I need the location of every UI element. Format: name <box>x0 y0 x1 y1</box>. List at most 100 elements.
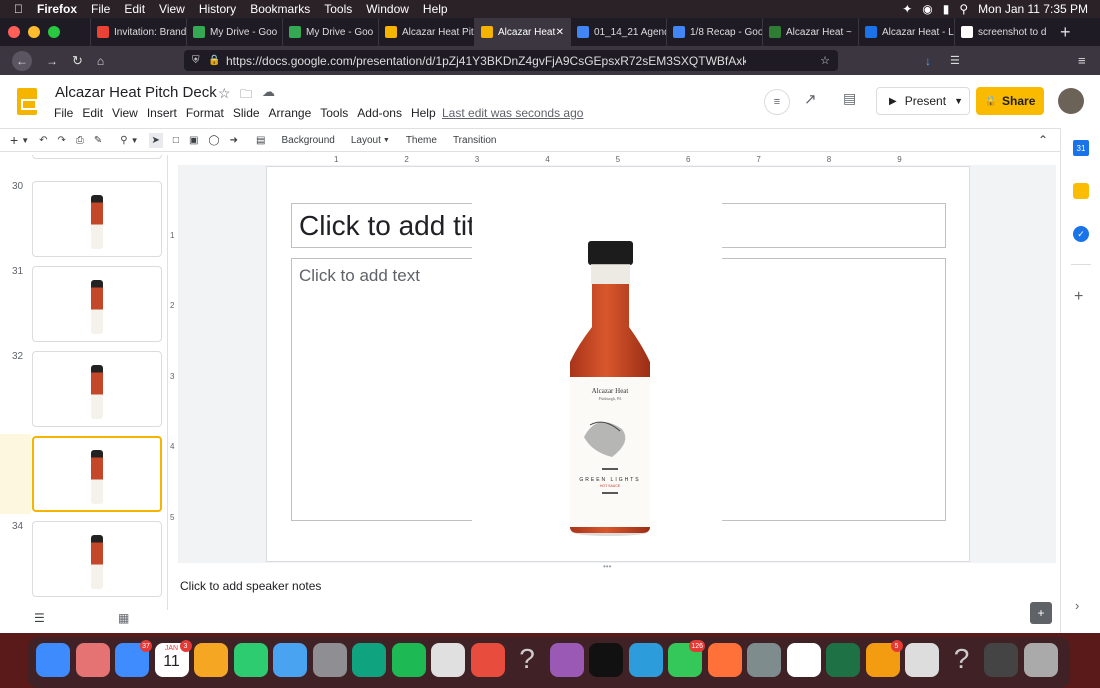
menu-file[interactable]: File <box>91 2 110 16</box>
battery-icon[interactable]: ▮ <box>943 2 950 16</box>
safari-icon[interactable] <box>628 643 663 677</box>
browser-tab[interactable]: Alcazar Heat ~ <box>762 18 858 46</box>
slide-filmstrip[interactable]: 30 31 32 33 34 <box>0 155 168 610</box>
browser-tab[interactable]: screenshot to d <box>954 18 1050 46</box>
speaker-notes-placeholder[interactable]: Click to add speaker notes <box>180 579 321 593</box>
shape-icon[interactable]: ◯ <box>208 135 219 146</box>
collapse-toolbar-icon[interactable]: ⌃ <box>1038 133 1048 147</box>
excel-icon[interactable] <box>826 643 860 677</box>
tv-icon[interactable] <box>589 643 623 677</box>
reload-icon[interactable]: ↻ <box>72 53 83 69</box>
activity-dashboard-icon[interactable]: ↗ <box>804 90 817 108</box>
bookmark-star-icon[interactable]: ☆ <box>820 54 830 67</box>
star-icon[interactable]: ☆ <box>218 85 231 102</box>
document-title[interactable]: Alcazar Heat Pitch Deck <box>55 84 217 101</box>
wifi-icon[interactable]: ◉ <box>922 2 932 16</box>
docs-menu-file[interactable]: File <box>54 106 73 120</box>
close-tab-icon[interactable]: ✕ <box>556 27 564 38</box>
unknown-app-icon[interactable] <box>470 643 505 677</box>
new-tab-icon[interactable]: + <box>1060 22 1071 43</box>
vertical-ruler[interactable]: 1 2 3 4 5 <box>168 165 178 565</box>
text-box-icon[interactable]: □ <box>173 135 179 146</box>
browser-tab[interactable]: 1/8 Recap - Goo <box>666 18 762 46</box>
clock[interactable]: Mon Jan 11 7:35 PM <box>978 2 1088 16</box>
chevron-down-icon[interactable]: ▼ <box>131 136 139 145</box>
browser-tab[interactable]: My Drive - Goo <box>282 18 378 46</box>
chevron-down-icon[interactable]: ▼ <box>21 136 29 145</box>
browser-tab[interactable]: Alcazar Heat Pit <box>378 18 474 46</box>
explore-icon[interactable]: + <box>1030 602 1052 624</box>
calendar-icon[interactable]: 31 <box>1073 140 1089 156</box>
app-store-icon[interactable]: 5 <box>865 640 903 677</box>
docs-menu-edit[interactable]: Edit <box>82 106 103 120</box>
trash-icon[interactable] <box>1023 643 1058 677</box>
comment-history-icon[interactable]: ≡ <box>764 89 790 115</box>
background-button[interactable]: Background <box>281 135 334 146</box>
last-edit-link[interactable]: Last edit was seconds ago <box>442 106 583 120</box>
messages-icon[interactable]: 126 <box>668 640 705 677</box>
menu-view[interactable]: View <box>159 2 185 16</box>
new-slide-icon[interactable]: + <box>10 132 18 148</box>
browser-tab[interactable]: My Drive - Goo <box>186 18 282 46</box>
expand-panel-icon[interactable]: › <box>1075 598 1079 613</box>
menu-window[interactable]: Window <box>366 2 409 16</box>
browser-tab[interactable]: Invitation: Brand <box>90 18 186 46</box>
tasks-icon[interactable]: ✓ <box>1073 226 1089 242</box>
shield-icon[interactable]: ⛨ <box>192 55 200 66</box>
share-button[interactable]: 🔒 Share <box>976 87 1044 115</box>
firefox-icon[interactable] <box>707 643 742 677</box>
slides-logo-icon[interactable] <box>17 88 37 115</box>
document-icon[interactable] <box>905 643 939 677</box>
apple-icon[interactable]:  <box>14 2 23 16</box>
present-button[interactable]: ▶ Present ▼ <box>876 87 970 115</box>
library-icon[interactable]: ☰ <box>950 54 960 67</box>
add-addon-icon[interactable]: + <box>1074 288 1083 306</box>
downloads-icon[interactable]: ↓ <box>925 54 931 68</box>
redo-icon[interactable]: ↷ <box>58 135 66 146</box>
chevron-down-icon[interactable]: ▼ <box>383 137 390 144</box>
browser-tab[interactable]: Alcazar Heat ✕ <box>474 18 570 46</box>
comments-icon[interactable]: ▤ <box>843 90 856 107</box>
menu-bookmarks[interactable]: Bookmarks <box>250 2 310 16</box>
docs-menu-addons[interactable]: Add-ons <box>357 106 402 120</box>
line-icon[interactable]: ➜ <box>230 135 238 146</box>
screenshot-icon[interactable] <box>984 643 1018 677</box>
avatar[interactable] <box>1058 88 1084 114</box>
hot-sauce-bottle-image[interactable]: Alcazar Heat Pittsburgh, PA GREEN LIGHTS… <box>472 167 722 547</box>
preview-icon[interactable] <box>747 643 781 677</box>
forward-icon[interactable]: → <box>46 54 58 68</box>
mail-icon[interactable]: 37 <box>115 640 152 677</box>
menu-history[interactable]: History <box>199 2 236 16</box>
print-icon[interactable]: ⎙ <box>76 135 84 146</box>
slide-thumbnail-29[interactable] <box>32 155 162 159</box>
browser-tab[interactable]: 01_14_21 Agend <box>570 18 666 46</box>
select-cursor-icon[interactable]: ➤ <box>148 132 163 148</box>
question-icon[interactable]: ? <box>945 643 979 677</box>
minimize-window-button[interactable] <box>28 26 40 38</box>
back-icon[interactable]: ← <box>12 50 32 71</box>
menu-tools[interactable]: Tools <box>324 2 352 16</box>
theme-button[interactable]: Theme <box>406 135 437 146</box>
layout-button[interactable]: Layout <box>351 135 381 146</box>
podcasts-icon[interactable] <box>549 643 584 677</box>
slide-33[interactable]: Click to add title Click to add text Alc… <box>266 166 970 562</box>
chevron-down-icon[interactable]: ▼ <box>954 96 963 106</box>
dropbox-icon[interactable]: ✦ <box>902 2 912 16</box>
move-folder-icon[interactable]: 🗀 <box>240 85 252 106</box>
chatgpt-icon[interactable] <box>352 643 386 677</box>
add-comment-icon[interactable]: ▤ <box>256 135 265 146</box>
zoom-icon[interactable]: ⚲ <box>120 135 127 146</box>
launchpad-icon[interactable] <box>75 643 110 677</box>
question-icon[interactable]: ? <box>510 643 544 677</box>
numbers-icon[interactable] <box>233 643 268 677</box>
docs-menu-tools[interactable]: Tools <box>320 106 348 120</box>
home-icon[interactable]: ⌂ <box>97 54 104 68</box>
paint-format-icon[interactable]: ✎ <box>94 135 102 146</box>
grid-view-icon[interactable]: ▦ <box>118 611 129 625</box>
search-icon[interactable]: ⚲ <box>959 2 968 16</box>
speaker-notes[interactable]: Click to add speaker notes <box>168 568 1056 630</box>
undo-icon[interactable]: ↶ <box>39 135 47 146</box>
menu-edit[interactable]: Edit <box>124 2 145 16</box>
pages-icon[interactable] <box>194 643 228 677</box>
notion-icon[interactable] <box>786 643 821 677</box>
